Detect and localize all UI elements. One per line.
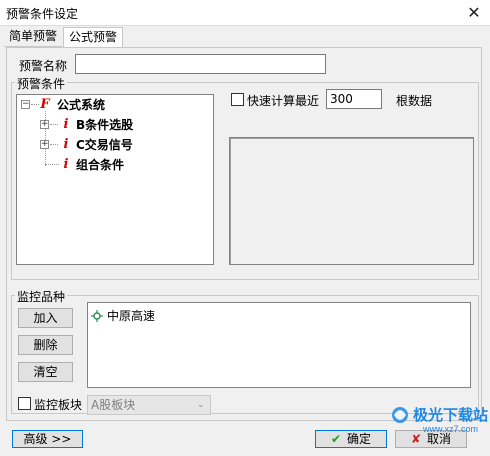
monitor-board-label: 监控板块 [34, 398, 83, 412]
advanced-button[interactable]: 高级 >> [12, 430, 83, 448]
tab-simple-warning[interactable]: 简单预警 [4, 27, 63, 47]
tree-item-b-condition[interactable]: + i B条件选股 [40, 115, 133, 133]
ok-button[interactable]: ✔ 确定 [315, 430, 387, 448]
warning-name-input[interactable] [75, 54, 326, 74]
tree-item-label: B条件选股 [76, 117, 134, 132]
tree-item-label: 组合条件 [76, 157, 125, 172]
watermark-logo: 极光下载站 www.xz7.com [389, 396, 490, 456]
tree-item-combo[interactable]: i 组合条件 [59, 155, 125, 173]
fast-calc-suffix: 根数据 [396, 94, 433, 108]
stock-icon [91, 309, 103, 322]
expand-icon[interactable]: + [40, 119, 49, 129]
watermark-text: 极光下载站 [413, 406, 489, 424]
info-icon: i [63, 156, 69, 172]
collapse-icon[interactable]: − [21, 99, 30, 109]
tree-item-c-signal[interactable]: + i C交易信号 [40, 135, 133, 153]
delete-button[interactable]: 删除 [18, 335, 73, 355]
tree-root-label: 公式系统 [57, 97, 106, 112]
tab-formula-warning[interactable]: 公式预警 [63, 27, 124, 48]
fast-calc-count-input[interactable] [326, 89, 382, 109]
formula-icon: F [40, 96, 50, 112]
tree-connector [45, 164, 59, 165]
list-item[interactable]: 中原高速 [91, 307, 155, 324]
fast-calc-checkbox[interactable] [231, 93, 244, 106]
board-select-value: A股板块 [91, 398, 136, 412]
list-item-label: 中原高速 [107, 309, 156, 323]
tree-item-label: C交易信号 [76, 137, 133, 152]
fast-calc-label: 快速计算最近 [247, 94, 320, 108]
formula-tree[interactable]: − F 公式系统 + i B条件选股 + i C交易信号 i 组合条件 [16, 94, 214, 265]
info-icon: i [63, 116, 69, 132]
warning-condition-caption: 预警条件 [15, 75, 68, 92]
checkmark-icon: ✔ [330, 432, 342, 446]
watermark-url: www.xz7.com [423, 424, 479, 434]
ok-button-label: 确定 [347, 432, 372, 446]
close-icon[interactable]: ✕ [464, 3, 484, 23]
monitor-list[interactable]: 中原高速 [87, 302, 471, 388]
warning-name-label: 预警名称 [19, 59, 68, 73]
monitor-board-checkbox[interactable] [18, 397, 31, 410]
window-title: 预警条件设定 [6, 7, 79, 21]
info-icon: i [63, 136, 69, 152]
formula-preview-pane [229, 137, 474, 265]
monitor-caption: 监控品种 [15, 288, 68, 305]
chevron-down-icon: ⌄ [197, 400, 205, 410]
add-button[interactable]: 加入 [18, 308, 73, 328]
board-select[interactable]: A股板块 ⌄ [87, 395, 211, 415]
clear-button[interactable]: 清空 [18, 362, 73, 382]
expand-icon[interactable]: + [40, 139, 49, 149]
tree-root-row[interactable]: − F 公式系统 [21, 95, 105, 113]
